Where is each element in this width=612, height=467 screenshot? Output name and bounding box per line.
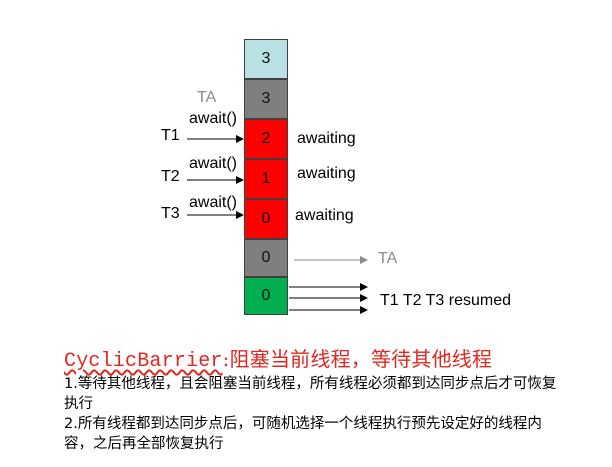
awaiting-label-1: awaiting (297, 130, 356, 147)
t3-label: T3 (161, 205, 180, 222)
paragraph-1-text: 等待其他线程，且会阻塞当前线程，所有线程必须都到达同步点后才可恢复执行 (64, 376, 557, 412)
ta-right-label: TA (378, 250, 398, 267)
await-label-1: await() (189, 110, 238, 127)
heading-class-name: CyclicBarrier (64, 350, 223, 373)
awaiting-label-3: awaiting (295, 207, 354, 224)
paragraph-2-number: 2. (64, 416, 78, 432)
paragraph-1: 1.等待其他线程，且会阻塞当前线程，所有线程必须都到达同步点后才可恢复执行 (64, 374, 564, 414)
section-heading: CyclicBarrier:阻塞当前线程，等待其他线程 (64, 343, 492, 373)
await-label-2: await() (189, 155, 238, 172)
awaiting-label-2: awaiting (297, 165, 356, 182)
t2-label: T2 (161, 168, 180, 185)
paragraph-2-text: 所有线程都到达同步点后，可随机选择一个线程执行预先设定好的线程内容，之后再全部恢… (64, 416, 542, 452)
ta-top-label: TA (197, 89, 217, 106)
await-label-3: await() (189, 194, 238, 211)
heading-description: :阻塞当前线程，等待其他线程 (222, 347, 493, 371)
paragraph-1-number: 1. (64, 376, 78, 392)
paragraph-2: 2.所有线程都到达同步点后，可随机选择一个线程执行预先设定好的线程内容，之后再全… (64, 414, 564, 454)
t1-label: T1 (161, 127, 180, 144)
resumed-label: T1 T2 T3 resumed (380, 292, 512, 309)
